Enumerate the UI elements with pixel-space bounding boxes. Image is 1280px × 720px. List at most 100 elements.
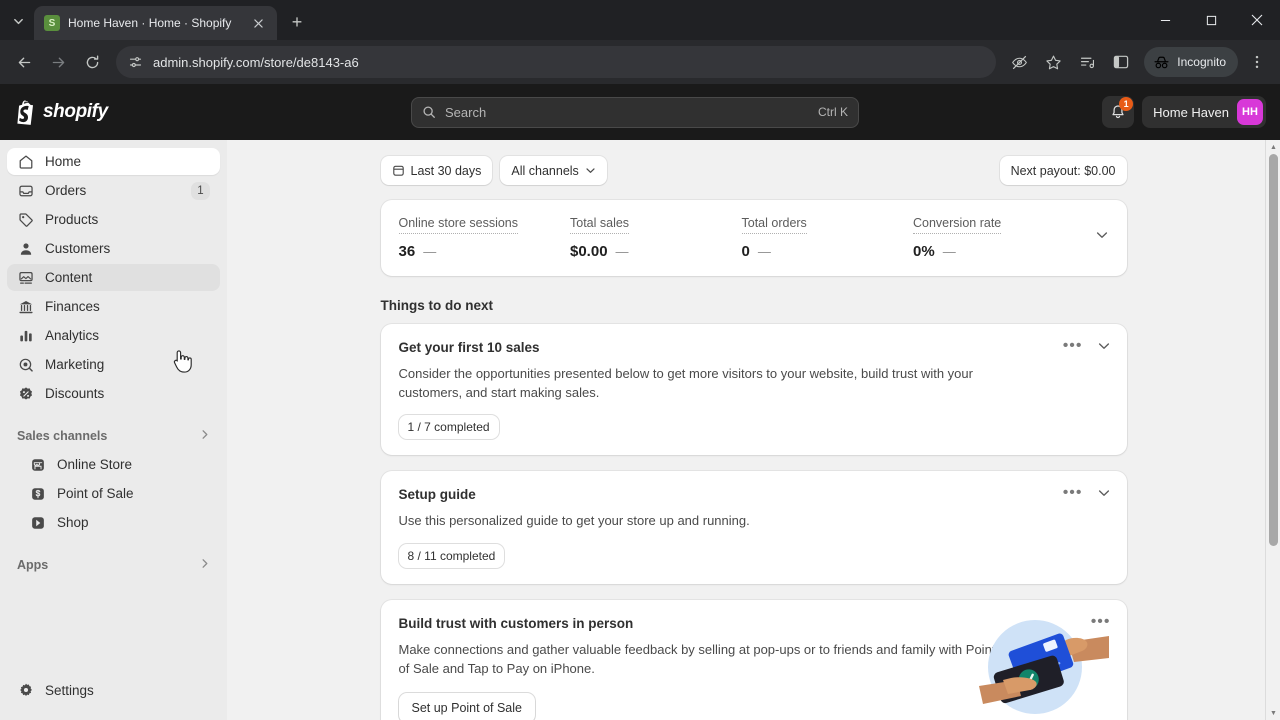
person-icon — [17, 240, 34, 257]
vertical-scrollbar[interactable]: ▲ ▼ — [1265, 140, 1280, 720]
sidebar-item-discounts[interactable]: Discounts — [7, 380, 220, 407]
setup-point-of-sale-button[interactable]: Set up Point of Sale — [399, 693, 536, 720]
incognito-hat-icon — [1153, 55, 1170, 70]
sidebar-item-label: Shop — [57, 515, 89, 530]
chevron-down-icon[interactable] — [1085, 228, 1109, 247]
sidebar-item-settings[interactable]: Settings — [7, 675, 220, 705]
metric-delta: — — [943, 244, 956, 259]
shopify-header: shopify Search Ctrl K 1 Home Haven HH — [0, 84, 1280, 140]
header-right: 1 Home Haven HH — [1102, 96, 1266, 128]
card-setup-guide: Setup guide Use this personalized guide … — [381, 471, 1127, 583]
channels-dropdown[interactable]: All channels — [500, 156, 606, 185]
ellipsis-icon[interactable]: ••• — [1063, 338, 1083, 354]
metric-label[interactable]: Online store sessions — [399, 216, 519, 234]
sidebar-item-marketing[interactable]: Marketing — [7, 351, 220, 378]
back-arrow-icon[interactable] — [8, 46, 40, 78]
home-icon — [17, 153, 34, 170]
next-payout-button[interactable]: Next payout: $0.00 — [1000, 156, 1127, 185]
card-body: Use this personalized guide to get your … — [399, 511, 999, 530]
gear-icon — [17, 682, 34, 699]
sidebar-item-label: Marketing — [45, 357, 104, 372]
sidebar-item-home[interactable]: Home — [7, 148, 220, 175]
notification-count: 1 — [1119, 97, 1133, 111]
notifications-button[interactable]: 1 — [1102, 96, 1134, 128]
browser-tab[interactable]: S Home Haven · Home · Shopify — [34, 6, 277, 40]
date-range-button[interactable]: Last 30 days — [381, 156, 493, 185]
section-label: Apps — [17, 558, 48, 572]
card-build-trust: Build trust with customers in person Mak… — [381, 600, 1127, 720]
metric-value: 36 — [399, 243, 416, 260]
search-input[interactable]: Search Ctrl K — [411, 97, 859, 128]
progress-badge: 1 / 7 completed — [399, 415, 499, 439]
sidebar-item-label: Orders — [45, 183, 86, 198]
url-text: admin.shopify.com/store/de8143-a6 — [153, 55, 359, 70]
sidebar-item-point-of-sale[interactable]: Point of Sale — [7, 480, 220, 507]
scrollbar-thumb[interactable] — [1269, 154, 1278, 546]
window-close-icon[interactable] — [1234, 0, 1280, 40]
scroll-down-arrow[interactable]: ▼ — [1266, 706, 1280, 720]
sidebar-item-shop[interactable]: Shop — [7, 509, 220, 536]
store-menu-button[interactable]: Home Haven HH — [1142, 96, 1266, 128]
address-bar[interactable]: admin.shopify.com/store/de8143-a6 — [116, 46, 996, 78]
sidebar-item-finances[interactable]: Finances — [7, 293, 220, 320]
bar-chart-icon — [17, 327, 34, 344]
shopify-logo[interactable]: shopify — [14, 100, 214, 125]
sidebar-section-sales-channels[interactable]: Sales channels — [7, 421, 220, 451]
megaphone-target-icon — [17, 356, 34, 373]
sidebar-item-products[interactable]: Products — [7, 206, 220, 233]
scroll-up-arrow[interactable]: ▲ — [1266, 140, 1280, 154]
incognito-indicator[interactable]: Incognito — [1144, 47, 1238, 77]
toolbar-actions: Incognito — [1004, 47, 1272, 77]
sidebar-section-apps[interactable]: Apps — [7, 550, 220, 580]
metric-value: 0% — [913, 243, 935, 260]
main-inner: Last 30 days All channels Next payout: $… — [381, 140, 1127, 720]
body-row: Home Orders 1 Products — [0, 140, 1280, 720]
channels-label: All channels — [511, 164, 578, 178]
metric-label[interactable]: Total orders — [742, 216, 807, 234]
browser-window: S Home Haven · Home · Shopify + — [0, 0, 1280, 720]
card-actions: ••• — [1063, 485, 1111, 501]
metric-total-orders: Total orders 0 — — [742, 214, 914, 260]
side-panel-icon[interactable] — [1106, 47, 1136, 77]
sidebar-item-online-store[interactable]: Online Store — [7, 451, 220, 478]
metric-label[interactable]: Conversion rate — [913, 216, 1001, 234]
card-body: Consider the opportunities presented bel… — [399, 364, 999, 402]
metric-row: 0 — — [742, 243, 914, 260]
forward-arrow-icon[interactable] — [42, 46, 74, 78]
metric-delta: — — [758, 244, 771, 259]
search-icon — [422, 105, 436, 119]
sidebar-item-content[interactable]: Content — [7, 264, 220, 291]
metrics-card: Online store sessions 36 — Total sales $… — [381, 200, 1127, 276]
minimize-icon[interactable] — [1142, 0, 1188, 40]
sidebar-item-label: Analytics — [45, 328, 99, 343]
star-icon[interactable] — [1038, 47, 1068, 77]
maximize-icon[interactable] — [1188, 0, 1234, 40]
chevron-down-icon[interactable] — [1097, 486, 1111, 500]
chevron-down-icon[interactable] — [1097, 339, 1111, 353]
metric-label[interactable]: Total sales — [570, 216, 629, 234]
kebab-menu-icon[interactable] — [1242, 47, 1272, 77]
sidebar-item-label: Content — [45, 270, 92, 285]
tab-title: Home Haven · Home · Shopify — [68, 16, 241, 30]
card-body: Make connections and gather valuable fee… — [399, 640, 999, 678]
metric-delta: — — [423, 244, 436, 259]
tab-search-button[interactable] — [4, 7, 32, 35]
card-title: Get your first 10 sales — [399, 340, 1109, 355]
reading-list-icon[interactable] — [1072, 47, 1102, 77]
next-payout-label: Next payout: $0.00 — [1011, 164, 1116, 178]
sidebar-item-label: Settings — [45, 683, 94, 698]
sidebar-item-orders[interactable]: Orders 1 — [7, 177, 220, 204]
ellipsis-icon[interactable]: ••• — [1063, 485, 1083, 501]
sidebar-item-label: Discounts — [45, 386, 104, 401]
sidebar-item-analytics[interactable]: Analytics — [7, 322, 220, 349]
new-tab-button[interactable]: + — [283, 8, 311, 36]
chevron-right-icon — [199, 558, 210, 572]
metric-conversion-rate: Conversion rate 0% — — [913, 214, 1085, 260]
date-range-label: Last 30 days — [411, 164, 482, 178]
sidebar-item-customers[interactable]: Customers — [7, 235, 220, 262]
reload-icon[interactable] — [76, 46, 108, 78]
eye-slash-icon[interactable] — [1004, 47, 1034, 77]
filter-row: Last 30 days All channels Next payout: $… — [381, 156, 1127, 185]
close-icon[interactable] — [249, 14, 267, 32]
card-title: Setup guide — [399, 487, 1109, 502]
